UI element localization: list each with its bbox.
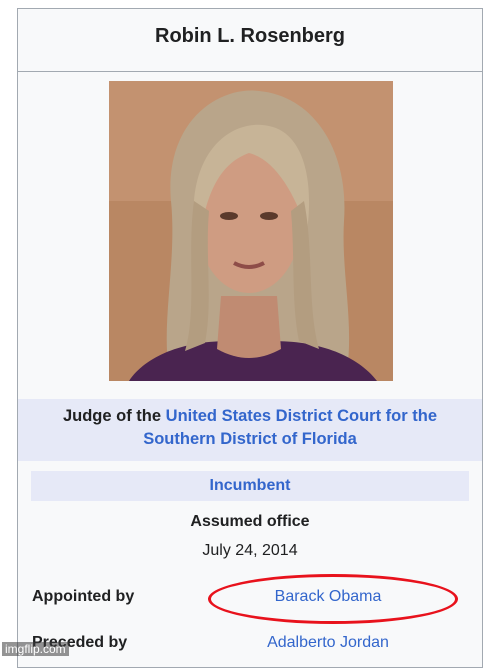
position-prefix: Judge of the bbox=[62, 407, 162, 425]
portrait-photo[interactable] bbox=[109, 81, 393, 381]
infobox: Robin L. Rosenberg Judge of the United S… bbox=[17, 8, 483, 668]
incumbent-link[interactable]: Incumbent bbox=[31, 471, 469, 501]
assumed-office-label: Assumed office bbox=[190, 513, 310, 530]
position-header: Judge of the United States District Cour… bbox=[18, 399, 482, 461]
court-link-continued[interactable]: Southern District of Florida bbox=[143, 430, 357, 448]
title-divider bbox=[18, 71, 482, 72]
portrait-image bbox=[109, 81, 393, 381]
infobox-title: Robin L. Rosenberg bbox=[155, 25, 345, 47]
highlight-circle bbox=[208, 574, 458, 624]
watermark: imgflip.com bbox=[2, 642, 69, 656]
appointed-by-label: Appointed by bbox=[32, 588, 135, 605]
assumed-office-date: July 24, 2014 bbox=[202, 542, 298, 559]
court-link[interactable]: United States District Court for the bbox=[166, 407, 437, 425]
preceded-by-link[interactable]: Adalberto Jordan bbox=[208, 634, 448, 652]
